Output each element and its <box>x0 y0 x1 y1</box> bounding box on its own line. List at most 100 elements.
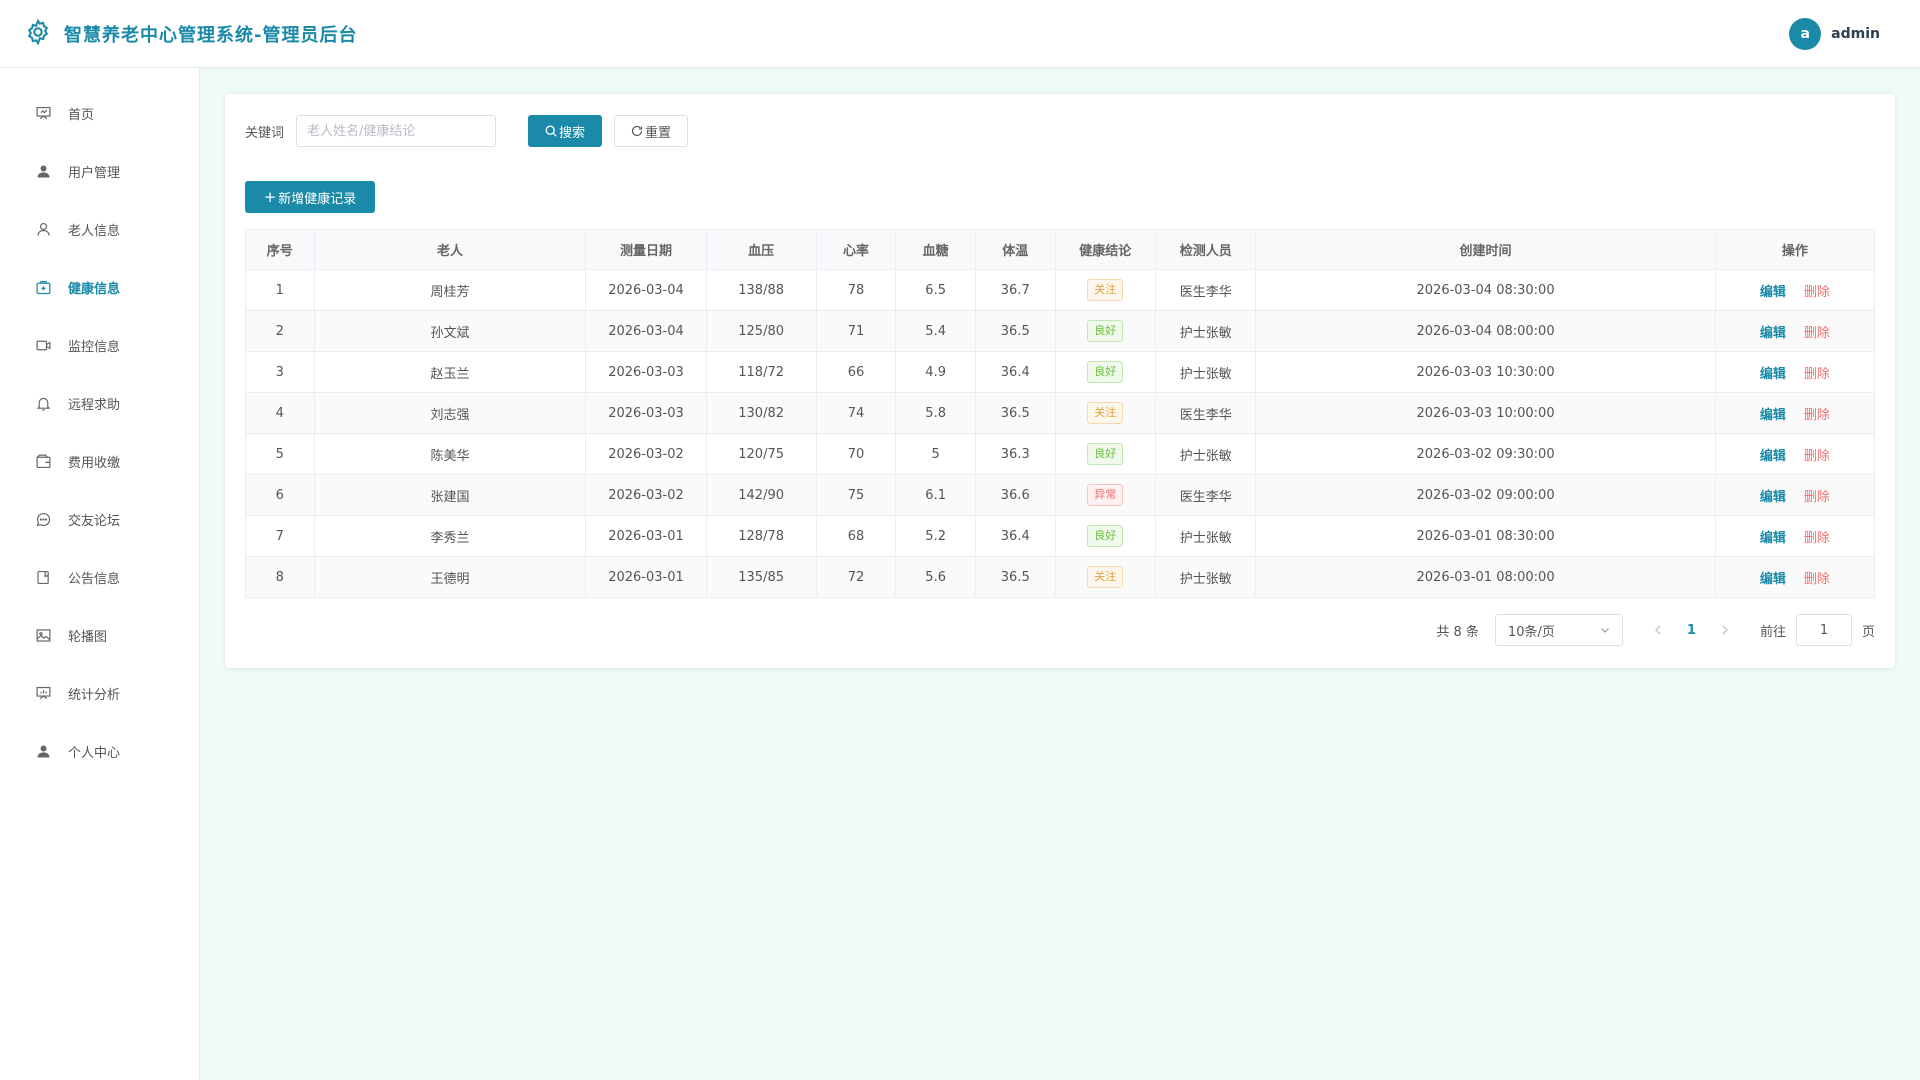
delete-button[interactable]: 删除 <box>1804 531 1830 546</box>
cell-temp: 36.6 <box>974 474 1056 516</box>
column-header: 检测人员 <box>1154 229 1257 270</box>
cell-no: 8 <box>245 556 315 598</box>
edit-button[interactable]: 编辑 <box>1760 572 1786 587</box>
cell-temp: 36.5 <box>974 556 1056 598</box>
goto-page-input[interactable] <box>1795 614 1852 646</box>
reset-button-label: 重置 <box>645 125 672 141</box>
cell-temp: 36.5 <box>974 392 1056 434</box>
sidebar-item-users[interactable]: 用户管理 <box>0 142 199 200</box>
add-health-record-button[interactable]: + 新增健康记录 <box>245 181 375 213</box>
cell-date: 2026-03-04 <box>585 269 707 311</box>
cell-conclusion: 良好 <box>1054 351 1156 393</box>
delete-button[interactable]: 删除 <box>1804 326 1830 341</box>
cell-no: 3 <box>245 351 315 393</box>
cell-date: 2026-03-02 <box>585 433 707 475</box>
edit-button[interactable]: 编辑 <box>1760 449 1786 464</box>
edit-button[interactable]: 编辑 <box>1760 531 1786 546</box>
column-header: 健康结论 <box>1054 229 1156 270</box>
table-row: 1 周桂芳 2026-03-04 138/88 78 6.5 36.7 关注 医生李华 2026-… <box>245 269 1876 311</box>
cell-inspector: 医生李华 <box>1154 269 1257 311</box>
delete-button[interactable]: 删除 <box>1804 285 1830 300</box>
status-badge: 关注 <box>1087 402 1124 424</box>
cell-conclusion: 良好 <box>1054 515 1156 557</box>
sidebar-item-notices[interactable]: 公告信息 <box>0 548 199 606</box>
user-filled-icon <box>34 742 52 760</box>
goto-label: 前往 <box>1759 624 1786 640</box>
delete-button[interactable]: 删除 <box>1804 408 1830 423</box>
edit-button[interactable]: 编辑 <box>1760 490 1786 505</box>
reset-button[interactable]: 重置 <box>614 115 689 147</box>
page-size-select[interactable]: 10条/页 <box>1494 614 1623 646</box>
edit-button[interactable]: 编辑 <box>1760 408 1786 423</box>
app-logo: 智慧养老中心管理系统-管理员后台 <box>24 18 357 50</box>
edit-button[interactable]: 编辑 <box>1760 285 1786 300</box>
cell-conclusion: 良好 <box>1054 310 1156 352</box>
cell-sugar: 6.5 <box>895 269 976 311</box>
cell-temp: 36.4 <box>974 515 1056 557</box>
sidebar-item-forum[interactable]: 交友论坛 <box>0 490 199 548</box>
table-row: 5 陈美华 2026-03-02 120/75 70 5 36.3 良好 护士张敏 2026-03… <box>245 433 1876 475</box>
column-header: 序号 <box>245 229 315 270</box>
delete-button[interactable]: 删除 <box>1804 449 1830 464</box>
cell-created: 2026-03-04 08:30:00 <box>1255 269 1716 311</box>
sidebar-item-monitor[interactable]: 监控信息 <box>0 316 199 374</box>
search-button[interactable]: 搜索 <box>528 115 603 147</box>
bell-icon <box>34 394 52 412</box>
app-title: 智慧养老中心管理系统-管理员后台 <box>64 24 358 46</box>
total-count: 共 8 条 <box>1436 624 1479 640</box>
cell-inspector: 护士张敏 <box>1154 515 1257 557</box>
cell-temp: 36.3 <box>974 433 1056 475</box>
sidebar-item-home[interactable]: 首页 <box>0 84 199 142</box>
table-row: 7 李秀兰 2026-03-01 128/78 68 5.2 36.4 良好 护士张敏 2026-… <box>245 515 1876 557</box>
username[interactable]: admin <box>1831 26 1880 42</box>
cell-inspector: 医生李华 <box>1154 474 1257 516</box>
cell-actions: 编辑 删除 <box>1714 433 1876 475</box>
sidebar-item-label: 首页 <box>68 107 95 123</box>
edit-button[interactable]: 编辑 <box>1760 326 1786 341</box>
sidebar-item-profile[interactable]: 个人中心 <box>0 722 199 780</box>
cell-name: 陈美华 <box>313 433 587 475</box>
cell-bp: 135/85 <box>705 556 817 598</box>
cell-bp: 142/90 <box>705 474 817 516</box>
sidebar-item-carousel[interactable]: 轮播图 <box>0 606 199 664</box>
cell-sugar: 5.2 <box>895 515 976 557</box>
cell-hr: 75 <box>815 474 897 516</box>
cell-created: 2026-03-02 09:30:00 <box>1255 433 1716 475</box>
table-row: 4 刘志强 2026-03-03 130/82 74 5.8 36.5 关注 医生李华 2026-… <box>245 392 1876 434</box>
cell-actions: 编辑 删除 <box>1714 515 1876 557</box>
keyword-input[interactable] <box>296 115 497 147</box>
chevron-right-icon <box>1722 625 1728 635</box>
sidebar-item-statistics[interactable]: 统计分析 <box>0 664 199 722</box>
edit-button[interactable]: 编辑 <box>1760 367 1786 382</box>
delete-button[interactable]: 删除 <box>1804 572 1830 587</box>
status-badge: 良好 <box>1087 361 1124 383</box>
cell-inspector: 护士张敏 <box>1154 556 1257 598</box>
sidebar-item-label: 公告信息 <box>68 571 121 587</box>
cell-name: 张建国 <box>313 474 587 516</box>
delete-button[interactable]: 删除 <box>1804 490 1830 505</box>
cell-bp: 125/80 <box>705 310 817 352</box>
sidebar-item-elderly[interactable]: 老人信息 <box>0 200 199 258</box>
cell-created: 2026-03-03 10:30:00 <box>1255 351 1716 393</box>
delete-button[interactable]: 删除 <box>1804 367 1830 382</box>
cell-sugar: 5.4 <box>895 310 976 352</box>
cell-no: 7 <box>245 515 315 557</box>
user-menu[interactable]: a admin <box>1789 18 1880 50</box>
health-records-card: 关键词 搜索 重置 + 新增健康记录 序号老人测量日期血压心率血糖体温健康结论检… <box>225 94 1895 668</box>
prev-page-button[interactable] <box>1651 625 1665 635</box>
cell-actions: 编辑 删除 <box>1714 310 1876 352</box>
column-header: 操作 <box>1714 229 1876 270</box>
avatar[interactable]: a <box>1789 18 1822 50</box>
status-badge: 关注 <box>1087 566 1124 588</box>
picture-icon <box>34 626 52 644</box>
sidebar-item-label: 交友论坛 <box>68 513 121 529</box>
sidebar-item-remote-help[interactable]: 远程求助 <box>0 374 199 432</box>
next-page-button[interactable] <box>1718 625 1732 635</box>
cell-created: 2026-03-03 10:00:00 <box>1255 392 1716 434</box>
cell-name: 刘志强 <box>313 392 587 434</box>
pagination: 共 8 条 10条/页 1 前往 页 <box>1436 614 1875 646</box>
sidebar-item-fees[interactable]: 费用收缴 <box>0 432 199 490</box>
plus-icon: + <box>263 188 277 206</box>
page-number-1[interactable]: 1 <box>1687 623 1696 638</box>
sidebar-item-health[interactable]: 健康信息 <box>0 258 199 316</box>
